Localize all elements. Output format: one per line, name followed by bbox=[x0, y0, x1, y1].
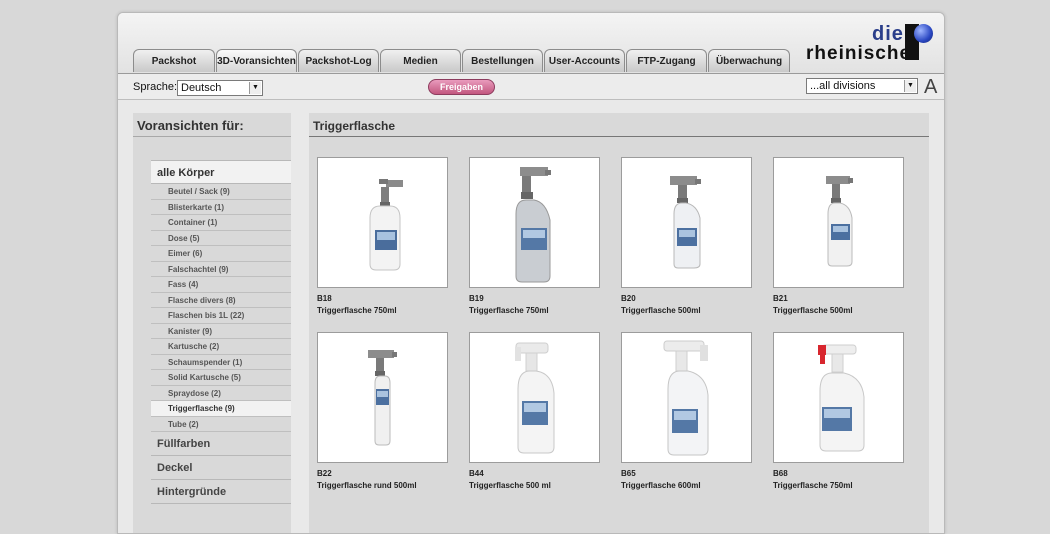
category-all[interactable]: alle Körper bbox=[151, 160, 291, 184]
tab-packshot-log[interactable]: Packshot-Log bbox=[298, 49, 379, 72]
bottle-image bbox=[368, 350, 397, 446]
bottle-image bbox=[369, 179, 403, 271]
product-name: Triggerflasche 750ml bbox=[469, 306, 549, 315]
product-card[interactable]: B44 Triggerflasche 500 ml bbox=[469, 332, 600, 490]
product-thumbnail bbox=[773, 157, 904, 288]
division-select[interactable]: ...all divisions ▼ bbox=[806, 78, 918, 94]
division-select-value: ...all divisions bbox=[810, 80, 876, 92]
category-item[interactable]: Flasche divers (8) bbox=[151, 293, 291, 308]
category-item[interactable]: Dose (5) bbox=[151, 231, 291, 246]
company-logo: die rheinische bbox=[806, 21, 936, 71]
logo-text-bottom: rheinische bbox=[806, 43, 912, 64]
product-card[interactable]: B65 Triggerflasche 600ml bbox=[621, 332, 752, 490]
language-select-value: Deutsch bbox=[181, 82, 222, 94]
tab-bestellungen[interactable]: Bestellungen bbox=[462, 49, 543, 72]
product-name: Triggerflasche rund 500ml bbox=[317, 481, 417, 490]
font-size-button[interactable]: A bbox=[924, 76, 937, 99]
category-item[interactable]: Beutel / Sack (9) bbox=[151, 184, 291, 200]
app-window: Packshot 3D-Voransichten Packshot-Log Me… bbox=[117, 12, 945, 534]
product-name: Triggerflasche 600ml bbox=[621, 481, 701, 490]
product-card[interactable]: B22 Triggerflasche rund 500ml bbox=[317, 332, 448, 490]
product-name: Triggerflasche 750ml bbox=[317, 306, 397, 315]
tab-ftp-zugang[interactable]: FTP-Zugang bbox=[626, 49, 707, 72]
bottle-image bbox=[515, 167, 551, 283]
product-card[interactable]: B18 Triggerflasche 750ml bbox=[317, 157, 448, 315]
product-code: B44 bbox=[469, 469, 484, 478]
product-name: Triggerflasche 750ml bbox=[773, 481, 853, 490]
product-card[interactable]: B68 Triggerflasche 750ml bbox=[773, 332, 904, 490]
product-name: Triggerflasche 500ml bbox=[773, 306, 853, 315]
toolbar: Sprache: Deutsch ▼ Freigaben ...all divi… bbox=[118, 74, 944, 100]
product-code: B18 bbox=[317, 294, 332, 303]
language-label: Sprache: bbox=[133, 81, 178, 93]
product-thumbnail bbox=[317, 157, 448, 288]
category-item[interactable]: Container (1) bbox=[151, 215, 291, 231]
product-thumbnail bbox=[621, 332, 752, 463]
category-item[interactable]: Falschachtel (9) bbox=[151, 262, 291, 277]
tab-3d-voransichten[interactable]: 3D-Voransichten bbox=[216, 49, 297, 72]
main-tabs: Packshot 3D-Voransichten Packshot-Log Me… bbox=[133, 49, 791, 73]
language-select[interactable]: Deutsch ▼ bbox=[177, 80, 263, 96]
group-fuellfarben[interactable]: Füllfarben bbox=[151, 432, 291, 456]
product-code: B19 bbox=[469, 294, 484, 303]
category-item-active[interactable]: Triggerflasche (9) bbox=[151, 401, 291, 417]
category-item[interactable]: Eimer (6) bbox=[151, 246, 291, 262]
category-item[interactable]: Kartusche (2) bbox=[151, 339, 291, 355]
freigaben-button[interactable]: Freigaben bbox=[428, 79, 495, 95]
product-thumbnail bbox=[621, 157, 752, 288]
product-card[interactable]: B20 Triggerflasche 500ml bbox=[621, 157, 752, 315]
category-item[interactable]: Tube (2) bbox=[151, 417, 291, 432]
tab-ueberwachung[interactable]: Überwachung bbox=[708, 49, 790, 72]
bottle-image bbox=[818, 344, 865, 452]
content-title: Triggerflasche bbox=[309, 113, 929, 137]
chevron-down-icon: ▼ bbox=[904, 80, 916, 92]
tab-packshot[interactable]: Packshot bbox=[133, 49, 215, 72]
category-item[interactable]: Kanister (9) bbox=[151, 324, 291, 339]
product-code: B20 bbox=[621, 294, 636, 303]
bottle-image bbox=[826, 176, 853, 267]
bottle-image bbox=[670, 176, 701, 269]
product-card[interactable]: B19 Triggerflasche 750ml bbox=[469, 157, 600, 315]
category-item[interactable]: Schaumspender (1) bbox=[151, 355, 291, 370]
group-hintergruende[interactable]: Hintergründe bbox=[151, 480, 291, 504]
category-item[interactable]: Blisterkarte (1) bbox=[151, 200, 291, 215]
product-name: Triggerflasche 500 ml bbox=[469, 481, 551, 490]
category-item[interactable]: Flaschen bis 1L (22) bbox=[151, 308, 291, 324]
logo-ball bbox=[914, 24, 933, 43]
tab-medien[interactable]: Medien bbox=[380, 49, 461, 72]
product-thumbnail bbox=[773, 332, 904, 463]
product-code: B68 bbox=[773, 469, 788, 478]
product-code: B21 bbox=[773, 294, 788, 303]
category-list: alle Körper Beutel / Sack (9) Blisterkar… bbox=[151, 160, 291, 504]
product-thumbnail bbox=[469, 332, 600, 463]
category-item[interactable]: Solid Kartusche (5) bbox=[151, 370, 291, 386]
product-code: B65 bbox=[621, 469, 636, 478]
bottle-image bbox=[515, 342, 555, 454]
sidebar: Voransichten für: alle Körper Beutel / S… bbox=[133, 113, 291, 533]
sidebar-title: Voransichten für: bbox=[133, 113, 291, 137]
product-thumbnail bbox=[317, 332, 448, 463]
header: Packshot 3D-Voransichten Packshot-Log Me… bbox=[118, 13, 944, 74]
category-item[interactable]: Spraydose (2) bbox=[151, 386, 291, 401]
product-card[interactable]: B21 Triggerflasche 500ml bbox=[773, 157, 904, 315]
content-panel: Triggerflasche B18 Triggerflasche 750ml bbox=[309, 113, 929, 533]
group-deckel[interactable]: Deckel bbox=[151, 456, 291, 480]
product-name: Triggerflasche 500ml bbox=[621, 306, 701, 315]
product-thumbnail bbox=[469, 157, 600, 288]
product-code: B22 bbox=[317, 469, 332, 478]
category-item[interactable]: Fass (4) bbox=[151, 277, 291, 293]
tab-user-accounts[interactable]: User-Accounts bbox=[544, 49, 625, 72]
bottle-image bbox=[663, 340, 709, 456]
chevron-down-icon: ▼ bbox=[249, 82, 261, 94]
